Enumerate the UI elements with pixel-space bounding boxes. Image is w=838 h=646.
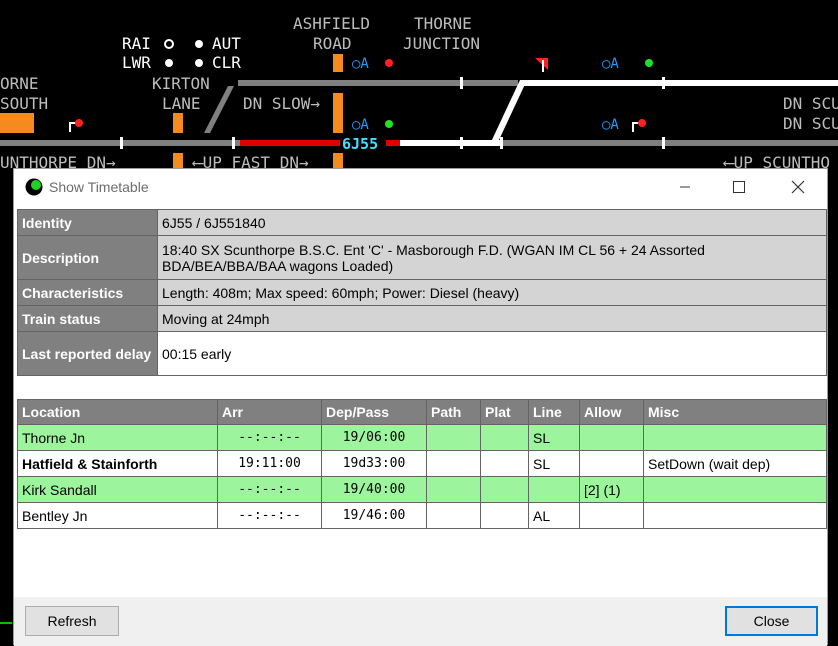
ashfield-road-label-2: ROAD [313, 34, 352, 53]
cell-arr: --:--:-- [217, 424, 322, 451]
column-header-location: Location [17, 399, 218, 425]
dialog-footer: Refresh Close [14, 597, 827, 646]
table-row[interactable]: Bentley Jn --:--:-- 19/46:00 AL [17, 502, 827, 529]
cell-misc [643, 424, 827, 451]
cell-misc [643, 476, 827, 503]
train-describer-6j55[interactable]: 6J55 [342, 134, 378, 154]
cell-location: Kirk Sandall [17, 476, 218, 503]
auto-signal-indicator: ○A [352, 56, 369, 72]
cell-path [426, 476, 481, 503]
auto-signal-indicator: ○A [352, 117, 369, 133]
train-info-table: Identity 6J55 / 6J551840 Description 18:… [17, 209, 827, 376]
info-row-train-status: Train status Moving at 24mph [17, 305, 827, 332]
cell-location: Thorne Jn [17, 424, 218, 451]
cell-arr: --:--:-- [217, 502, 322, 529]
cell-plat [480, 450, 529, 477]
table-row[interactable]: Hatfield & Stainforth 19:11:00 19d33:00 … [17, 450, 827, 477]
info-label: Description [17, 235, 158, 280]
table-row[interactable]: Kirk Sandall --:--:-- 19/40:00 [2] (1) [17, 476, 827, 503]
cell-location: Bentley Jn [17, 502, 218, 529]
cell-path [426, 424, 481, 451]
cell-path [426, 502, 481, 529]
table-row[interactable]: Thorne Jn --:--:-- 19/06:00 SL [17, 424, 827, 451]
cell-misc: SetDown (wait dep) [643, 450, 827, 477]
info-value: 00:15 early [157, 331, 827, 376]
cell-line: AL [528, 502, 580, 529]
timetable-table: Location Arr Dep/Pass Path Plat Line All… [17, 399, 827, 529]
info-label: Identity [17, 209, 158, 236]
column-header-line: Line [528, 399, 580, 425]
info-row-characteristics: Characteristics Length: 408m; Max speed:… [17, 279, 827, 306]
column-header-misc: Misc [643, 399, 827, 425]
thorne-junction-label-1: THORNE [414, 14, 472, 33]
info-value: Moving at 24mph [157, 305, 827, 332]
info-row-delay: Last reported delay 00:15 early [17, 331, 827, 376]
info-row-identity: Identity 6J55 / 6J551840 [17, 209, 827, 236]
info-label: Characteristics [17, 279, 158, 306]
aut-label: AUT [212, 34, 241, 53]
close-icon [791, 180, 805, 194]
show-timetable-dialog: Show Timetable Identity 6J55 / 6J551840 … [13, 168, 828, 646]
refresh-button[interactable]: Refresh [25, 606, 119, 636]
auto-signal-indicator: ○A [602, 56, 619, 72]
dialog-titlebar[interactable]: Show Timetable [14, 169, 827, 205]
column-header-plat: Plat [480, 399, 529, 425]
column-header-arr: Arr [217, 399, 322, 425]
thorne-south-label-2: SOUTH [0, 94, 49, 113]
column-header-allow: Allow [579, 399, 644, 425]
cell-arr: 19:11:00 [217, 450, 322, 477]
cell-allow [579, 502, 644, 529]
kirton-lane-label-1: KIRTON [152, 74, 210, 93]
dialog-content: Identity 6J55 / 6J551840 Description 18:… [14, 205, 827, 597]
cell-arr: --:--:-- [217, 476, 322, 503]
auto-signal-indicator: ○A [602, 117, 619, 133]
timetable-header: Location Arr Dep/Pass Path Plat Line All… [17, 399, 827, 425]
info-row-description: Description 18:40 SX Scunthorpe B.S.C. E… [17, 235, 827, 280]
dn-scu-label-2: DN SCU [783, 114, 838, 133]
column-header-path: Path [426, 399, 481, 425]
cell-plat [480, 502, 529, 529]
clr-label: CLR [212, 53, 241, 72]
close-button[interactable]: Close [725, 606, 818, 636]
maximize-icon [733, 181, 745, 193]
cell-allow [579, 424, 644, 451]
cell-dep: 19/06:00 [321, 424, 427, 451]
cell-plat [480, 424, 529, 451]
thorne-junction-label-2: JUNCTION [403, 34, 481, 53]
cell-line [528, 476, 580, 503]
dn-slow-label: DN SLOW→ [243, 94, 321, 113]
info-label: Last reported delay [17, 331, 158, 376]
thorne-south-label-1: ORNE [0, 74, 39, 93]
ashfield-road-label-1: ASHFIELD [293, 14, 371, 33]
maximize-button[interactable] [716, 169, 762, 205]
info-label: Train status [17, 305, 158, 332]
cell-location: Hatfield & Stainforth [17, 450, 218, 477]
cell-misc [643, 502, 827, 529]
info-value: Length: 408m; Max speed: 60mph; Power: D… [157, 279, 827, 306]
cell-allow: [2] (1) [579, 476, 644, 503]
cell-dep: 19/46:00 [321, 502, 427, 529]
cell-dep: 19d33:00 [321, 450, 427, 477]
app-icon [25, 178, 43, 196]
dialog-title: Show Timetable [49, 179, 149, 195]
cell-plat [480, 476, 529, 503]
minimize-icon [680, 186, 690, 188]
kirton-lane-label-2: LANE [162, 94, 201, 113]
dn-scu-label-1: DN SCU [783, 94, 838, 113]
cell-line: SL [528, 424, 580, 451]
lwr-label: LWR [122, 53, 151, 72]
info-value: 6J55 / 6J551840 [157, 209, 827, 236]
cell-line: SL [528, 450, 580, 477]
rai-label: RAI [122, 34, 151, 53]
column-header-dep: Dep/Pass [321, 399, 427, 425]
minimize-button[interactable] [662, 169, 708, 205]
cell-path [426, 450, 481, 477]
close-window-button[interactable] [775, 169, 821, 205]
info-value: 18:40 SX Scunthorpe B.S.C. Ent 'C' - Mas… [157, 235, 827, 280]
cell-dep: 19/40:00 [321, 476, 427, 503]
cell-allow [579, 450, 644, 477]
